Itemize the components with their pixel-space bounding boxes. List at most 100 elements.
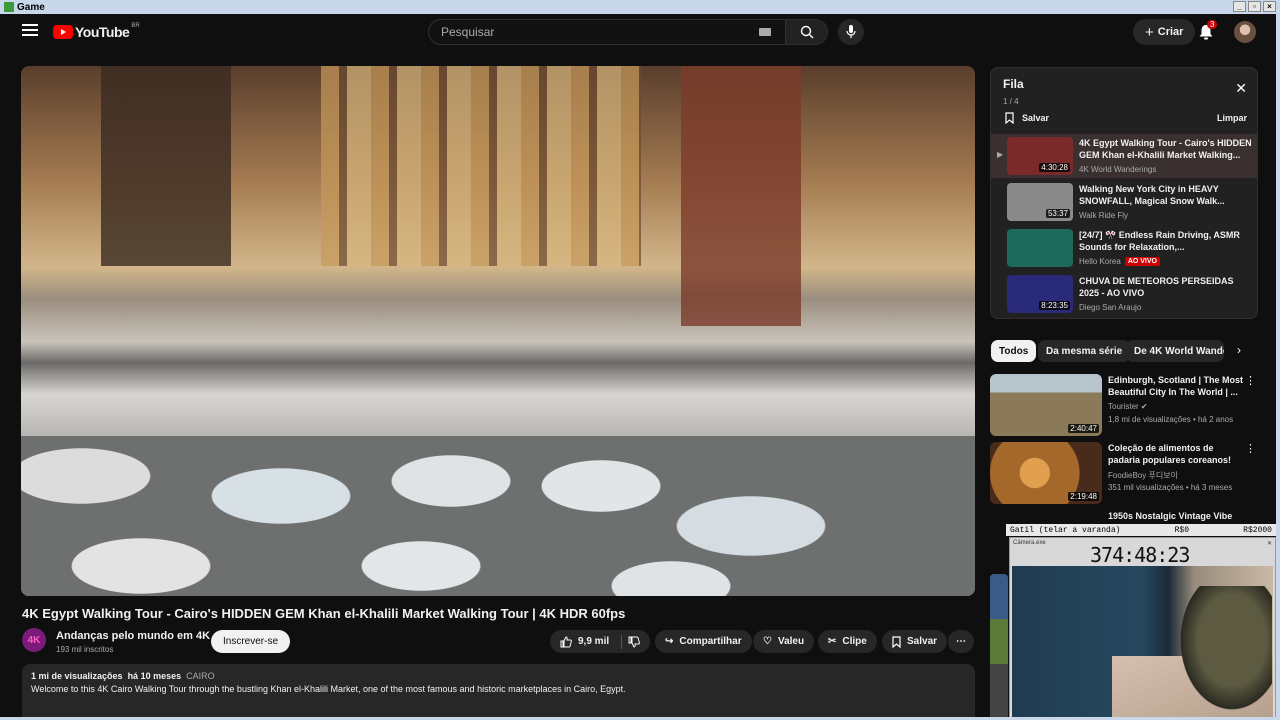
recommendation-item[interactable]: 1950s Nostalgic Vintage Vibe: [990, 510, 1260, 524]
clip-button[interactable]: ✂ Clipe: [818, 630, 877, 653]
description-text: Welcome to this 4K Cairo Walking Tour th…: [31, 684, 626, 694]
scissors-icon: ✂: [828, 636, 837, 647]
donation-bar: Gatil (telar a varanda) R$0 R$2000: [1006, 524, 1276, 536]
recommendation-title: 1950s Nostalgic Vintage Vibe: [1108, 511, 1233, 521]
more-vertical-icon[interactable]: ⋮: [1245, 442, 1256, 455]
window-titlebar: Game _ ▫ ×: [0, 0, 1280, 14]
recommendation-title: Coleção de alimentos de padaria populare…: [1108, 443, 1232, 465]
partial-thumbnails: [990, 574, 1008, 718]
save-button[interactable]: Salvar: [882, 630, 948, 653]
recommendation-meta: 351 mil visualizações • há 3 meses: [1108, 483, 1233, 492]
video-frame-pillars: [321, 66, 641, 266]
video-player[interactable]: [21, 66, 975, 596]
search-input[interactable]: Pesquisar: [429, 25, 759, 39]
chevron-right-icon[interactable]: ›: [1237, 343, 1241, 357]
queue-item[interactable]: 8:23:35 CHUVA DE METEOROS PERSEIDAS 2025…: [991, 272, 1257, 316]
thanks-button[interactable]: ♡ Valeu: [753, 630, 815, 653]
thumbs-up-icon: [560, 635, 572, 647]
description-box[interactable]: 1 mi de visualizações há 10 meses CAIRO …: [22, 664, 975, 718]
now-playing-icon: ▶: [997, 150, 1004, 159]
recommendation-thumbnail: 2:19:48: [990, 442, 1102, 504]
chip-all[interactable]: Todos: [991, 340, 1037, 362]
notification-badge: 3: [1207, 20, 1218, 29]
description-meta: 1 mi de visualizações há 10 meses CAIRO: [31, 671, 966, 681]
camera-overlay-window: Câmera.exe ✕ 374:48:23: [1009, 537, 1276, 718]
thumbs-down-icon[interactable]: [628, 636, 641, 648]
video-frame-floor: [21, 436, 975, 596]
queue-item-title: 4K Egypt Walking Tour - Cairo's HIDDEN G…: [1079, 138, 1252, 160]
close-window-button[interactable]: ×: [1263, 1, 1276, 12]
close-icon[interactable]: ✕: [1235, 80, 1247, 97]
chip-from-channel[interactable]: De 4K World Wander: [1126, 340, 1224, 362]
youtube-logo[interactable]: YouTube BR: [53, 23, 140, 40]
queue-item-channel: Hello Korea AO VIVO: [1079, 257, 1160, 266]
bookmark-icon: [892, 635, 901, 648]
queue-item-title: CHUVA DE METEOROS PERSEIDAS 2025 - AO VI…: [1079, 276, 1234, 298]
recommendation-item[interactable]: 2:40:47 Edinburgh, Scotland | The Most B…: [990, 374, 1260, 438]
bookmark-icon: [1005, 112, 1014, 124]
queue-item-title: Walking New York City in HEAVY SNOWFALL,…: [1079, 184, 1225, 206]
search-button[interactable]: [785, 20, 827, 44]
channel-avatar[interactable]: 4K: [22, 628, 46, 652]
queue-title: Fila: [1003, 77, 1024, 91]
queue-save-button[interactable]: Salvar: [1005, 112, 1049, 124]
share-button[interactable]: ↪ Compartilhar: [655, 630, 752, 653]
subscriber-count: 193 mil inscritos: [56, 645, 114, 654]
account-avatar[interactable]: [1234, 21, 1256, 43]
queue-thumbnail: 53:37: [1007, 183, 1073, 221]
camera-feed: [1012, 566, 1273, 718]
video-frame-door: [101, 66, 231, 266]
more-horizontal-icon: ⋯: [956, 636, 966, 647]
window-controls: _ ▫ ×: [1233, 1, 1276, 12]
like-divider: [621, 634, 623, 649]
recommendation-channel: FoodieBoy 푸디보이: [1108, 471, 1178, 480]
maximize-button[interactable]: ▫: [1248, 1, 1261, 12]
window-frame-right: [1276, 14, 1280, 720]
keyboard-icon[interactable]: [759, 28, 771, 36]
view-count: 1 mi de visualizações: [31, 671, 123, 681]
queue-item[interactable]: [24/7] 🎌 Endless Rain Driving, ASMR Soun…: [991, 226, 1257, 270]
live-badge: AO VIVO: [1124, 257, 1160, 266]
queue-thumbnail: 4:30:28: [1007, 137, 1073, 175]
verified-icon: ✔: [1140, 402, 1148, 411]
voice-search-button[interactable]: [838, 19, 864, 45]
queue-item-channel: Walk Ride Fly: [1079, 211, 1129, 220]
queue-thumbnail: 8:23:35: [1007, 275, 1073, 313]
more-vertical-icon[interactable]: ⋮: [1245, 374, 1256, 387]
create-button[interactable]: + Criar: [1133, 19, 1196, 45]
upload-age: há 10 meses: [127, 671, 182, 681]
location-tag[interactable]: CAIRO: [186, 671, 215, 681]
queue-item-channel: Diego San Araujo: [1079, 303, 1142, 312]
video-title: 4K Egypt Walking Tour - Cairo's HIDDEN G…: [22, 606, 626, 621]
recommendation-channel: Tourister ✔: [1108, 402, 1148, 411]
queue-item[interactable]: 53:37 Walking New York City in HEAVY SNO…: [991, 180, 1257, 224]
like-count: 9,9 mil: [578, 636, 610, 647]
subscribe-button[interactable]: Inscrever-se: [211, 630, 291, 653]
queue-item-title: [24/7] 🎌 Endless Rain Driving, ASMR Soun…: [1079, 230, 1240, 252]
queue-item-channel: 4K World Wanderings: [1079, 165, 1157, 174]
share-icon: ↪: [665, 636, 674, 647]
chip-same-series[interactable]: Da mesma série: [1038, 340, 1131, 362]
more-actions-button[interactable]: ⋯: [948, 630, 974, 653]
search-box: Pesquisar: [428, 19, 828, 45]
camera-person: [1172, 586, 1272, 718]
recommendation-item[interactable]: 2:19:48 Coleção de alimentos de padaria …: [990, 442, 1260, 506]
recommendation-title: Edinburgh, Scotland | The Most Beautiful…: [1108, 375, 1244, 397]
like-button[interactable]: 9,9 mil: [550, 630, 651, 653]
heart-dollar-icon: ♡: [763, 636, 772, 647]
youtube-play-icon: [53, 25, 73, 39]
queue-position: 1 / 4: [1003, 97, 1019, 106]
queue-clear-button[interactable]: Limpar: [1217, 113, 1247, 123]
channel-name[interactable]: Andanças pelo mundo em 4K: [56, 630, 210, 642]
notifications-button[interactable]: 3: [1198, 20, 1218, 41]
minimize-button[interactable]: _: [1233, 1, 1246, 12]
recommendation-thumbnail: 2:40:47: [990, 374, 1102, 436]
microphone-icon: [846, 25, 856, 38]
close-icon[interactable]: ✕: [1267, 540, 1272, 547]
queue-item[interactable]: ▶ 4:30:28 4K Egypt Walking Tour - Cairo'…: [991, 134, 1257, 178]
window-title: Game: [17, 1, 45, 13]
game-app-icon: [4, 2, 14, 12]
stream-timer: 374:48:23: [1090, 543, 1190, 567]
video-frame-column: [681, 66, 801, 326]
hamburger-menu-icon[interactable]: [22, 24, 38, 38]
